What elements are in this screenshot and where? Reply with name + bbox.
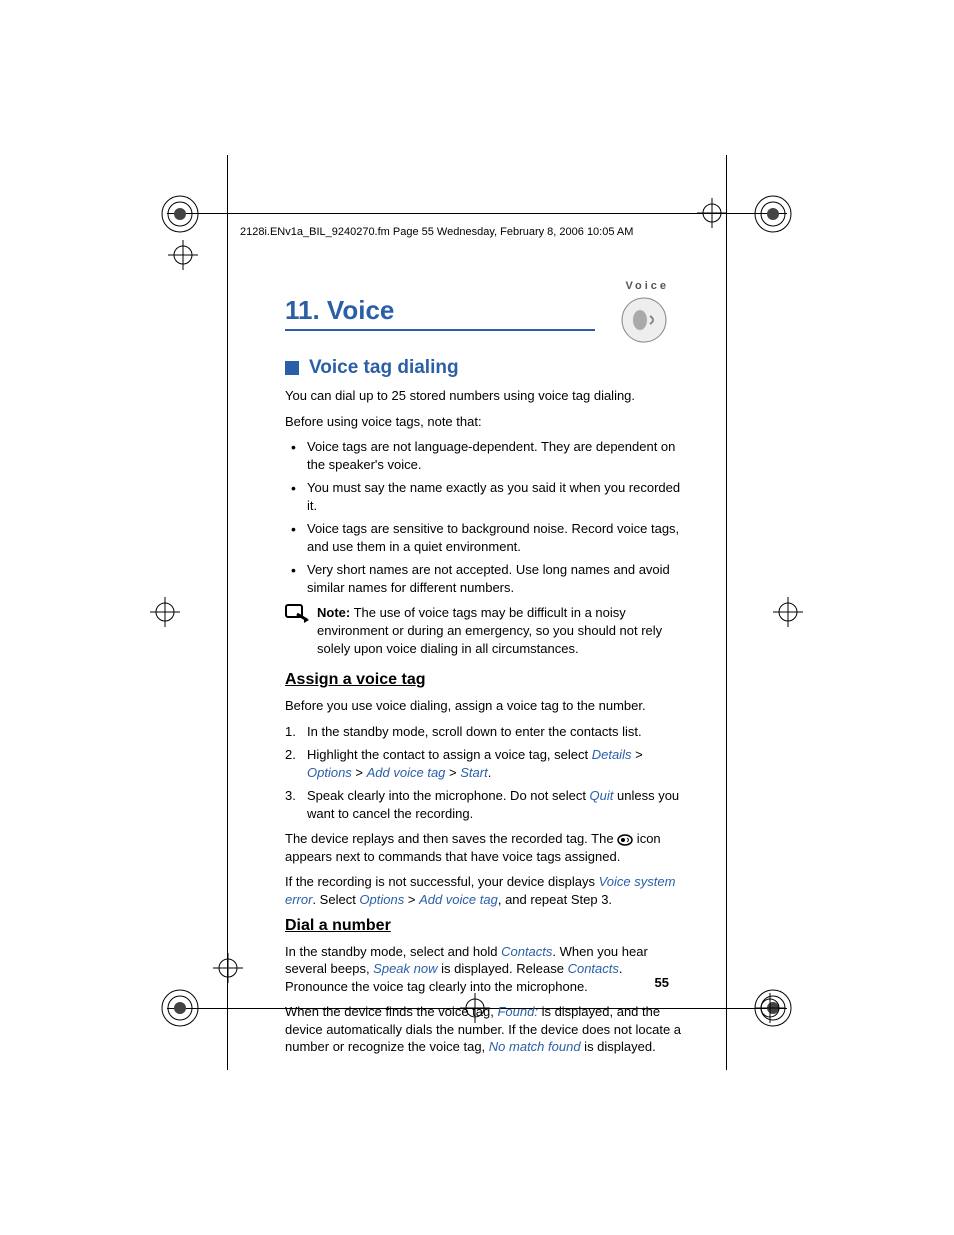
ui-link: Add voice tag (419, 892, 498, 907)
crosshair-icon (168, 240, 198, 270)
step-item: In the standby mode, scroll down to ente… (285, 723, 685, 741)
ui-link: Quit (590, 788, 614, 803)
crosshair-icon (773, 597, 803, 627)
body-text: The device replays and then saves the re… (285, 830, 685, 865)
bullet-item: Voice tags are not language-dependent. T… (285, 438, 685, 473)
running-head: Voice (625, 280, 669, 292)
ui-link: Speak now (373, 961, 437, 976)
page-number: 55 (655, 975, 669, 990)
ui-link: Contacts (568, 961, 619, 976)
ui-link: Details (592, 747, 632, 762)
reg-mark-icon (160, 988, 200, 1028)
body-text: If the recording is not successful, your… (285, 873, 685, 908)
reg-mark-icon (160, 194, 200, 234)
chapter-title: 11. Voice (285, 295, 595, 331)
reg-mark-icon (753, 194, 793, 234)
body-text: In the standby mode, select and hold Con… (285, 943, 685, 996)
ui-link: Add voice tag (367, 765, 446, 780)
ui-link: Options (359, 892, 404, 907)
body-text: You can dial up to 25 stored numbers usi… (285, 387, 685, 405)
ui-link: Contacts (501, 944, 552, 959)
ui-link: Found: (497, 1004, 537, 1019)
sub-heading: Dial a number (285, 917, 685, 935)
body-text: Before you use voice dialing, assign a v… (285, 697, 685, 715)
ui-link: No match found (489, 1039, 581, 1054)
bullet-item: Voice tags are sensitive to background n… (285, 520, 685, 555)
ui-link: Start (460, 765, 487, 780)
body-text: Before using voice tags, note that: (285, 413, 685, 431)
section-title: Voice tag dialing (309, 357, 459, 379)
step-item: Speak clearly into the microphone. Do no… (285, 787, 685, 822)
body-text: When the device finds the voice tag, Fou… (285, 1003, 685, 1056)
step-item: Highlight the contact to assign a voice … (285, 746, 685, 781)
crosshair-icon (150, 597, 180, 627)
crosshair-icon (755, 993, 785, 1023)
note-icon (285, 604, 309, 624)
bullet-item: You must say the name exactly as you sai… (285, 479, 685, 514)
sub-heading: Assign a voice tag (285, 671, 685, 689)
section-bullet-icon (285, 361, 299, 375)
header-path: 2128i.ENv1a_BIL_9240270.fm Page 55 Wedne… (240, 226, 633, 238)
voice-tag-icon (617, 833, 633, 847)
ui-link: Options (307, 765, 352, 780)
note-text: Note: The use of voice tags may be diffi… (317, 604, 685, 657)
crosshair-icon (697, 198, 727, 228)
crosshair-icon (213, 953, 243, 983)
bullet-item: Very short names are not accepted. Use l… (285, 561, 685, 596)
